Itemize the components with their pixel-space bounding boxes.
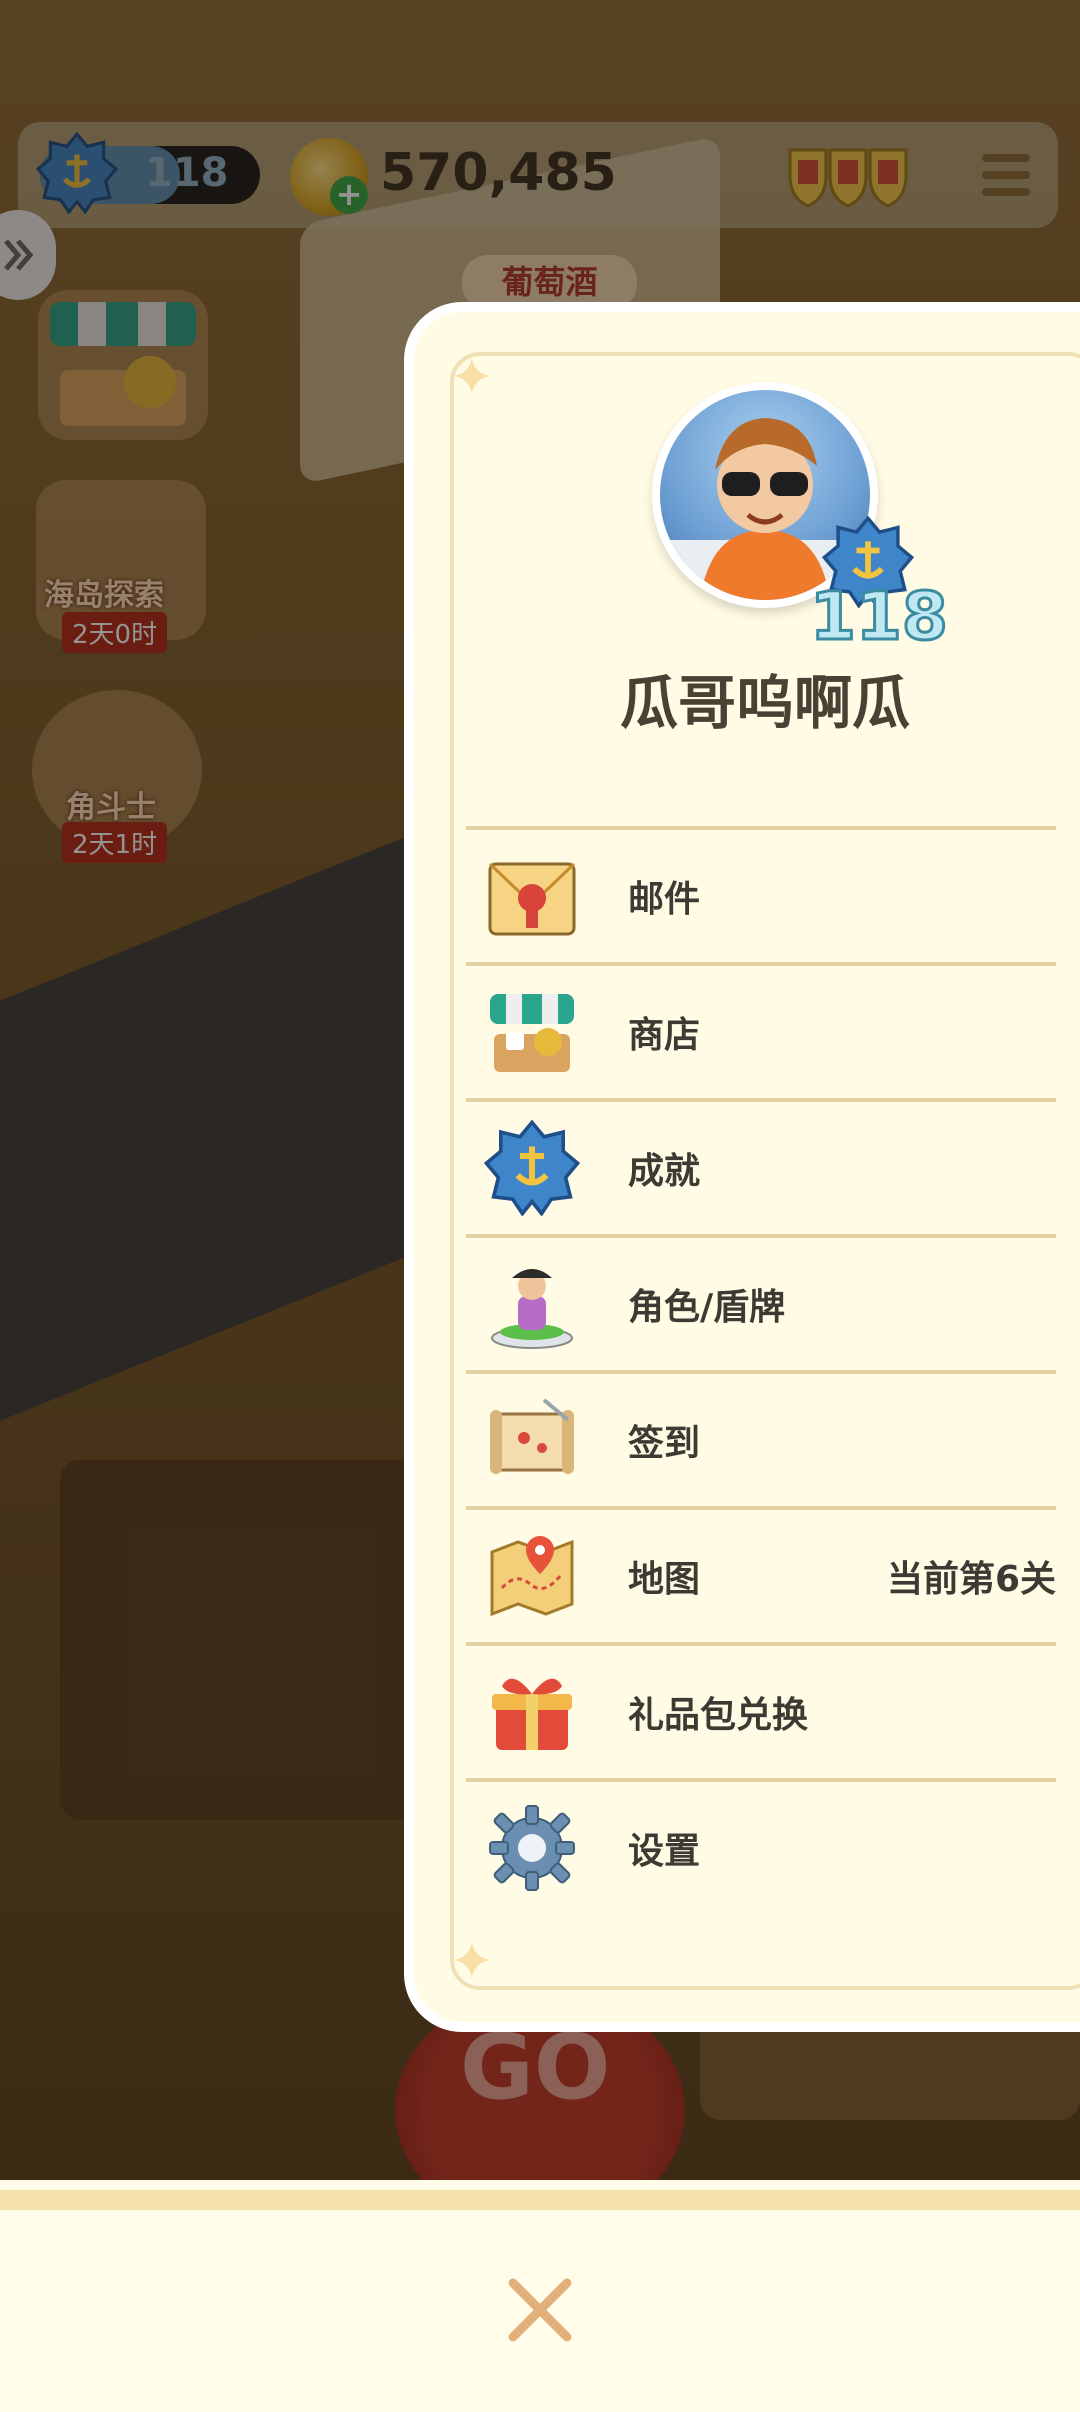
gear-icon — [489, 1805, 575, 1891]
sparkle-icon: ✦ — [450, 1932, 494, 1992]
mail-icon — [488, 862, 576, 936]
player-name: 瓜哥呜啊瓜 — [619, 669, 910, 737]
menu-label-mail: 邮件 — [628, 879, 701, 920]
close-icon[interactable] — [505, 2275, 575, 2345]
current-stage-text: 当前第6关 — [886, 1559, 1056, 1600]
menu-label-shop: 商店 — [628, 1015, 701, 1056]
menu-item-gift-redeem[interactable]: 礼品包兑换 — [466, 1642, 1056, 1778]
menu-item-mail[interactable]: 邮件 — [466, 826, 1056, 962]
checkin-scroll-icon — [490, 1398, 574, 1474]
menu-label-map: 地图 — [628, 1559, 701, 1600]
character-icon — [491, 1269, 573, 1349]
menu-item-checkin[interactable]: 签到 — [466, 1370, 1056, 1506]
menu-item-map[interactable]: 地图 当前第6关 — [466, 1506, 1056, 1642]
sparkle-icon: ✦ — [450, 348, 494, 408]
shop-icon — [490, 994, 574, 1072]
profile-level: 118 — [809, 577, 950, 657]
menu-item-character-shield[interactable]: 角色/盾牌 — [466, 1234, 1056, 1370]
menu-label-gift-redeem: 礼品包兑换 — [628, 1695, 809, 1736]
map-icon — [490, 1536, 574, 1617]
menu-label-checkin: 签到 — [628, 1423, 701, 1464]
gift-icon — [492, 1678, 572, 1750]
menu-label-character-shield: 角色/盾牌 — [628, 1287, 786, 1328]
menu-label-achievement: 成就 — [628, 1151, 701, 1192]
bottom-bar-stripe — [0, 2180, 1080, 2210]
menu-item-achievement[interactable]: 成就 — [466, 1098, 1056, 1234]
menu-label-settings: 设置 — [628, 1831, 701, 1872]
profile-menu-list: 邮件 商店 成就 角色/盾牌 签到 地图 当前第6关 礼品包兑换 设置 — [466, 826, 1056, 1914]
menu-item-settings[interactable]: 设置 — [466, 1778, 1056, 1914]
achievement-icon — [484, 1120, 580, 1216]
menu-item-shop[interactable]: 商店 — [466, 962, 1056, 1098]
